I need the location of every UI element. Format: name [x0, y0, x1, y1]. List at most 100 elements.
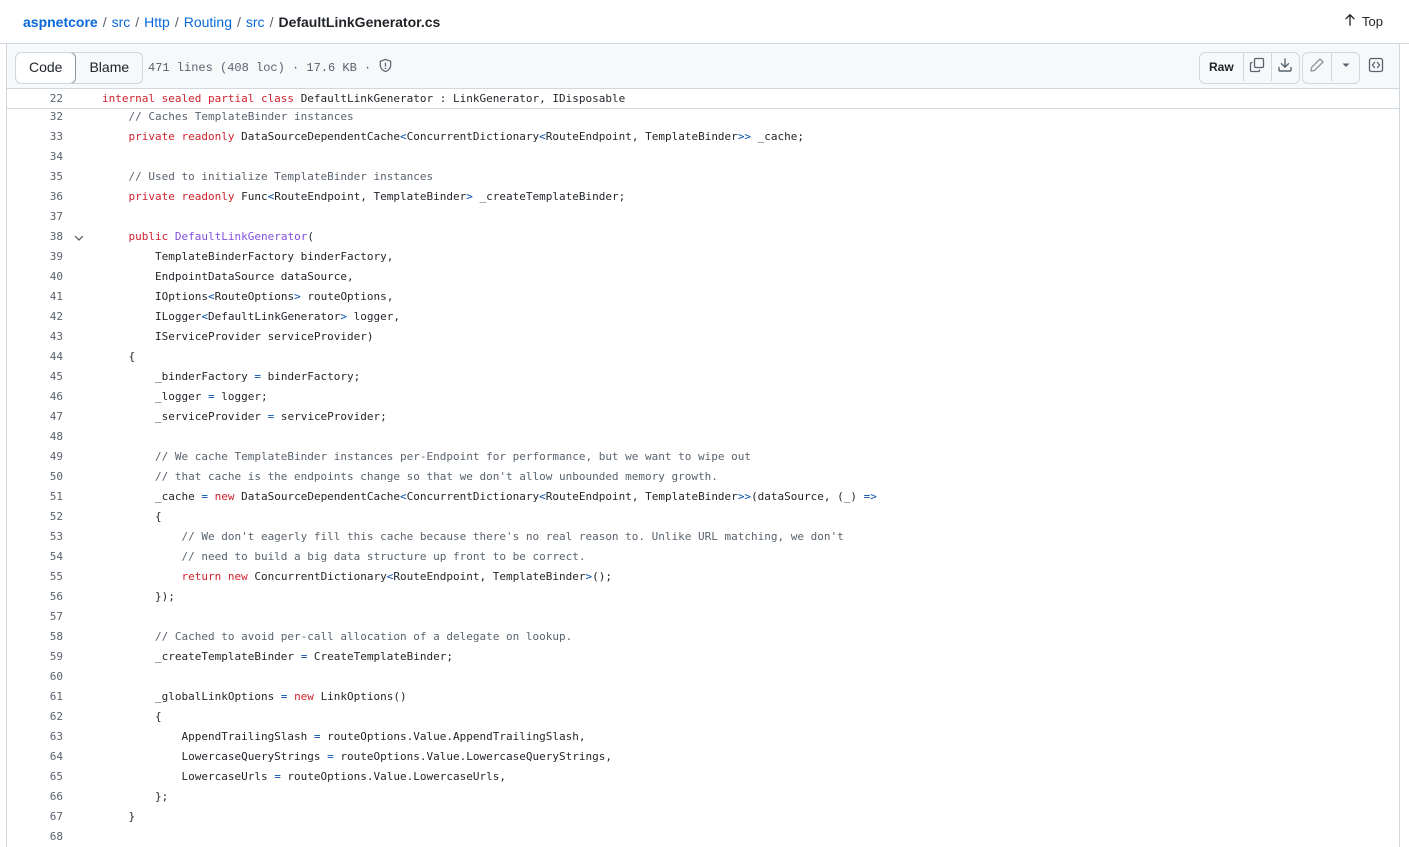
line-number[interactable]: 66	[7, 787, 63, 807]
code-line: 65 LowercaseUrls = routeOptions.Value.Lo…	[7, 767, 1399, 787]
line-number[interactable]: 45	[7, 367, 63, 387]
line-number[interactable]: 55	[7, 567, 63, 587]
line-number[interactable]: 38	[7, 227, 63, 247]
line-number[interactable]: 68	[7, 827, 63, 847]
code-token: routeOptions.Value.LowercaseUrls,	[280, 770, 506, 783]
line-code: // that cache is the endpoints change so…	[102, 467, 718, 487]
code-token: logger,	[347, 310, 401, 323]
line-number[interactable]: 42	[7, 307, 63, 327]
line-code: {	[102, 707, 162, 727]
line-number[interactable]: 52	[7, 507, 63, 527]
code-line: 45 _binderFactory = binderFactory;	[7, 367, 1399, 387]
line-number[interactable]: 49	[7, 447, 63, 467]
code-line: 59 _createTemplateBinder = CreateTemplat…	[7, 647, 1399, 667]
file-stats: 471 lines (408 loc) · 17.6 KB ·	[148, 60, 372, 75]
code-tab[interactable]: Code	[16, 53, 77, 83]
code-line: 60	[7, 667, 1399, 687]
sticky-scope-line[interactable]: 22 internal sealed partial class DefaultL…	[7, 89, 1399, 109]
code-line: 57	[7, 607, 1399, 627]
line-number[interactable]: 51	[7, 487, 63, 507]
code-token: TemplateBinderFactory binderFactory,	[102, 250, 394, 263]
code-token: LinkOptions()	[320, 690, 407, 703]
code-line: 44 {	[7, 347, 1399, 367]
edit-options-dropdown[interactable]	[1331, 53, 1359, 81]
line-number[interactable]: 54	[7, 547, 63, 567]
line-number[interactable]: 63	[7, 727, 63, 747]
line-code: // Caches TemplateBinder instances	[102, 107, 353, 127]
code-token: }	[102, 810, 136, 823]
code-token: new	[294, 690, 321, 703]
line-number[interactable]: 36	[7, 187, 63, 207]
code-token: LowercaseUrls	[102, 770, 275, 783]
line-number[interactable]: 59	[7, 647, 63, 667]
code-token: AppendTrailingSlash	[102, 730, 314, 743]
code-token: _createTemplateBinder	[102, 650, 301, 663]
code-token: RouteEndpoint, TemplateBinder	[545, 490, 738, 503]
breadcrumb-repo-link[interactable]: aspnetcore	[23, 14, 98, 30]
line-number[interactable]: 53	[7, 527, 63, 547]
code-token: IServiceProvider serviceProvider)	[102, 330, 374, 343]
line-number[interactable]: 58	[7, 627, 63, 647]
line-code: _logger = logger;	[102, 387, 268, 407]
line-number[interactable]: 44	[7, 347, 63, 367]
line-number[interactable]: 62	[7, 707, 63, 727]
code-token: logger;	[214, 390, 268, 403]
line-number[interactable]: 60	[7, 667, 63, 687]
download-button[interactable]	[1270, 53, 1299, 81]
copy-raw-button[interactable]	[1242, 53, 1271, 81]
line-number[interactable]: 43	[7, 327, 63, 347]
line-number[interactable]: 61	[7, 687, 63, 707]
code-token: // We don't eagerly fill this cache beca…	[102, 530, 844, 543]
line-number[interactable]: 57	[7, 607, 63, 627]
blame-tab[interactable]: Blame	[76, 53, 142, 83]
code-token: routeOptions.Value.LowercaseQueryStrings…	[333, 750, 612, 763]
line-number[interactable]: 37	[7, 207, 63, 227]
code-token: {	[102, 350, 136, 363]
code-token: // Used to initialize TemplateBinder ins…	[102, 170, 434, 183]
code-token: CreateTemplateBinder;	[307, 650, 454, 663]
symbols-panel-button[interactable]	[1361, 52, 1391, 82]
line-number[interactable]: 47	[7, 407, 63, 427]
line-number[interactable]: 67	[7, 807, 63, 827]
line-number[interactable]: 64	[7, 747, 63, 767]
raw-button[interactable]: Raw	[1200, 53, 1243, 81]
line-number[interactable]: 22	[7, 89, 63, 109]
code-token: // need to build a big data structure up…	[102, 550, 586, 563]
line-number[interactable]: 56	[7, 587, 63, 607]
line-code: LowercaseUrls = routeOptions.Value.Lower…	[102, 767, 506, 787]
breadcrumb-link-routing[interactable]: Routing	[184, 14, 232, 30]
chevron-down-icon[interactable]	[73, 231, 85, 243]
code-token: <	[400, 490, 407, 503]
edit-file-button[interactable]	[1303, 53, 1331, 81]
line-number[interactable]: 32	[7, 107, 63, 127]
code-line: 46 _logger = logger;	[7, 387, 1399, 407]
code-line: 49 // We cache TemplateBinder instances …	[7, 447, 1399, 467]
code-token: <	[539, 130, 546, 143]
code-token: _binderFactory	[102, 370, 255, 383]
code-token: // that cache is the endpoints change so…	[102, 470, 718, 483]
line-code: {	[102, 507, 162, 527]
line-number[interactable]: 39	[7, 247, 63, 267]
line-number[interactable]: 48	[7, 427, 63, 447]
breadcrumb-link-http[interactable]: Http	[144, 14, 170, 30]
line-number[interactable]: 46	[7, 387, 63, 407]
line-number[interactable]: 50	[7, 467, 63, 487]
code-line: 58 // Cached to avoid per-call allocatio…	[7, 627, 1399, 647]
top-button[interactable]: Top	[1343, 13, 1383, 30]
breadcrumb-link-src-inner[interactable]: src	[246, 14, 265, 30]
line-number[interactable]: 65	[7, 767, 63, 787]
line-number[interactable]: 35	[7, 167, 63, 187]
breadcrumb-link-src[interactable]: src	[112, 14, 131, 30]
code-token: =	[274, 770, 281, 783]
code-line: 32 // Caches TemplateBinder instances	[7, 107, 1399, 127]
code-square-icon	[1368, 57, 1384, 78]
line-number[interactable]: 41	[7, 287, 63, 307]
line-number[interactable]: 33	[7, 127, 63, 147]
line-number[interactable]: 34	[7, 147, 63, 167]
breadcrumb-separator: /	[102, 14, 107, 30]
file-info: 471 lines (408 loc) · 17.6 KB ·	[148, 58, 393, 77]
shield-icon[interactable]	[376, 58, 393, 77]
line-number[interactable]: 40	[7, 267, 63, 287]
